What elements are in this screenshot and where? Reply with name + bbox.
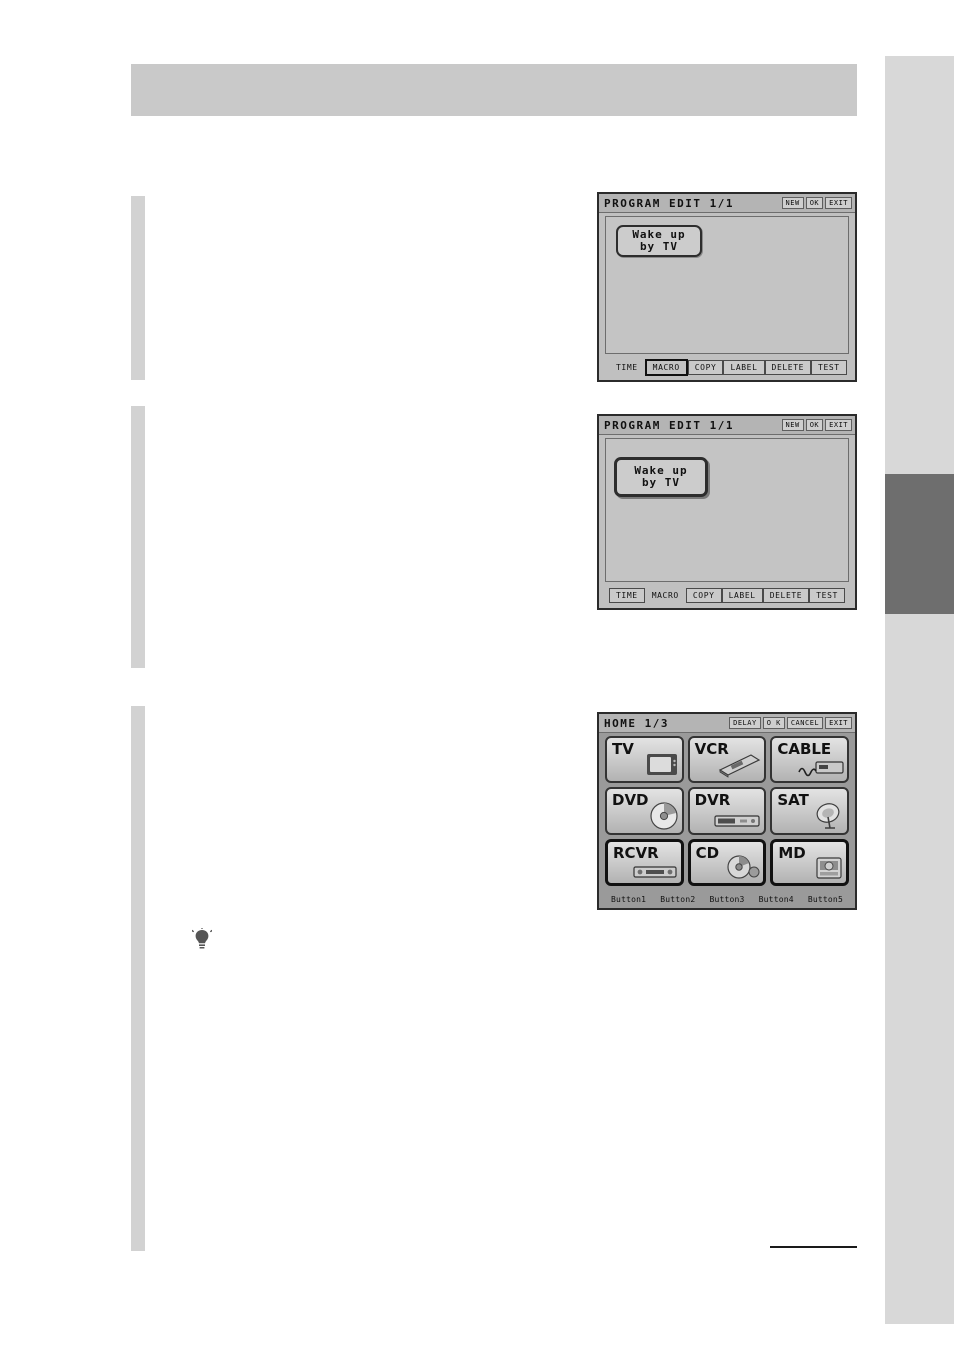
device-button-cd[interactable]: CD	[687, 838, 767, 886]
device-button-grid: TV VCR CABLE DVD DVR SAT RCVR CD MD	[605, 736, 849, 886]
lcd-title-buttons: NEW OK EXIT	[781, 419, 852, 431]
softkey-test[interactable]: TEST	[809, 587, 845, 603]
document-page: PROGRAM EDIT 1/1 NEW OK EXIT Wake up by …	[0, 0, 954, 1352]
vcr-icon	[719, 754, 761, 779]
dvd-disc-icon	[650, 802, 678, 830]
lcd-title-bar: PROGRAM EDIT 1/1 NEW OK EXIT	[599, 194, 855, 213]
lcd-title-bar: HOME 1/3 DELAY O K CANCEL EXIT	[599, 714, 855, 733]
softkey-label[interactable]: LABEL	[723, 359, 765, 375]
side-tab-strip	[885, 56, 954, 1324]
softkey-test[interactable]: TEST	[811, 359, 847, 375]
macro-button-wake-up-by-tv[interactable]: Wake up by TV	[616, 225, 702, 257]
device-label: CD	[695, 843, 720, 862]
minidisc-icon	[816, 857, 842, 879]
television-icon	[646, 754, 677, 776]
device-label: DVR	[694, 791, 731, 810]
device-button-cable[interactable]: CABLE	[770, 736, 849, 784]
page-footer-rule	[770, 1246, 857, 1248]
macro-button-line2: by TV	[641, 476, 681, 489]
softkey-delete[interactable]: DELETE	[762, 587, 810, 603]
lcd-title: PROGRAM EDIT 1/1	[604, 196, 734, 210]
device-label: MD	[778, 843, 806, 862]
softkey-macro[interactable]: MACRO	[644, 358, 688, 376]
step-rule-2	[131, 406, 145, 668]
exit-button[interactable]: EXIT	[825, 419, 852, 431]
macro-work-area: Wake up by TV	[605, 438, 849, 582]
device-button-vcr[interactable]: VCR	[687, 736, 767, 784]
softkey-macro[interactable]: MACRO	[645, 588, 686, 603]
step-rule-1	[131, 196, 145, 380]
lcd-screen-program-edit-2: PROGRAM EDIT 1/1 NEW OK EXIT Wake up by …	[597, 414, 857, 610]
macro-button-line2: by TV	[639, 240, 679, 253]
footer-label-button3: Button3	[709, 894, 745, 904]
lightbulb-icon	[192, 928, 212, 949]
soft-key-row: TIME MACRO COPY LABEL DELETE TEST	[605, 358, 849, 376]
softkey-time[interactable]: TIME	[609, 360, 645, 375]
ok-button[interactable]: O K	[762, 717, 785, 729]
lcd-title-buttons: NEW OK EXIT	[781, 197, 852, 209]
device-button-dvd[interactable]: DVD	[605, 787, 684, 835]
device-button-dvr[interactable]: DVR	[687, 787, 767, 835]
softkey-label[interactable]: LABEL	[721, 587, 763, 603]
footer-label-button4: Button4	[758, 894, 794, 904]
lcd-screen-home: HOME 1/3 DELAY O K CANCEL EXIT TV VCR CA…	[597, 712, 857, 910]
lcd-title-buttons: DELAY O K CANCEL EXIT	[729, 717, 852, 729]
softkey-time[interactable]: TIME	[609, 587, 645, 603]
lcd-title-bar: PROGRAM EDIT 1/1 NEW OK EXIT	[599, 416, 855, 435]
lcd-title: HOME 1/3	[604, 716, 669, 730]
device-button-md[interactable]: MD	[770, 838, 849, 886]
footer-label-button1: Button1	[611, 894, 647, 904]
satellite-dish-icon	[816, 802, 840, 829]
device-label: DVD	[612, 791, 649, 810]
ok-button[interactable]: OK	[805, 419, 824, 431]
device-button-rcvr[interactable]: RCVR	[605, 838, 684, 886]
device-label: CABLE	[777, 740, 832, 758]
macro-button-wake-up-by-tv[interactable]: Wake up by TV	[614, 457, 708, 497]
softkey-copy[interactable]: COPY	[685, 587, 722, 603]
device-label: TV	[612, 740, 634, 758]
softkey-copy[interactable]: COPY	[687, 359, 724, 375]
device-label: RCVR	[613, 843, 659, 862]
side-tab-highlight	[885, 474, 954, 614]
soft-key-row: TIME MACRO COPY LABEL DELETE TEST	[605, 586, 849, 604]
lcd-screen-program-edit-1: PROGRAM EDIT 1/1 NEW OK EXIT Wake up by …	[597, 192, 857, 382]
receiver-icon	[633, 866, 677, 878]
lcd-title: PROGRAM EDIT 1/1	[604, 418, 734, 432]
ok-button[interactable]: OK	[805, 197, 824, 209]
step-rule-3	[131, 706, 145, 1251]
footer-label-button5: Button5	[807, 894, 843, 904]
device-label: SAT	[777, 791, 809, 810]
home-footer-labels: Button1 Button2 Button3 Button4 Button5	[605, 892, 849, 906]
macro-work-area: Wake up by TV	[605, 216, 849, 354]
exit-button[interactable]: EXIT	[825, 717, 852, 729]
dvr-deck-icon	[714, 815, 760, 827]
device-button-sat[interactable]: SAT	[770, 787, 849, 835]
cable-box-icon	[798, 761, 844, 777]
delay-button[interactable]: DELAY	[729, 717, 761, 729]
softkey-delete[interactable]: DELETE	[764, 359, 812, 375]
device-button-tv[interactable]: TV	[605, 736, 684, 784]
compact-disc-icon	[727, 855, 760, 879]
cancel-button[interactable]: CANCEL	[786, 717, 824, 729]
new-button[interactable]: NEW	[781, 419, 804, 431]
new-button[interactable]: NEW	[781, 197, 804, 209]
page-header-band	[131, 64, 857, 116]
exit-button[interactable]: EXIT	[825, 197, 852, 209]
footer-label-button2: Button2	[660, 894, 696, 904]
